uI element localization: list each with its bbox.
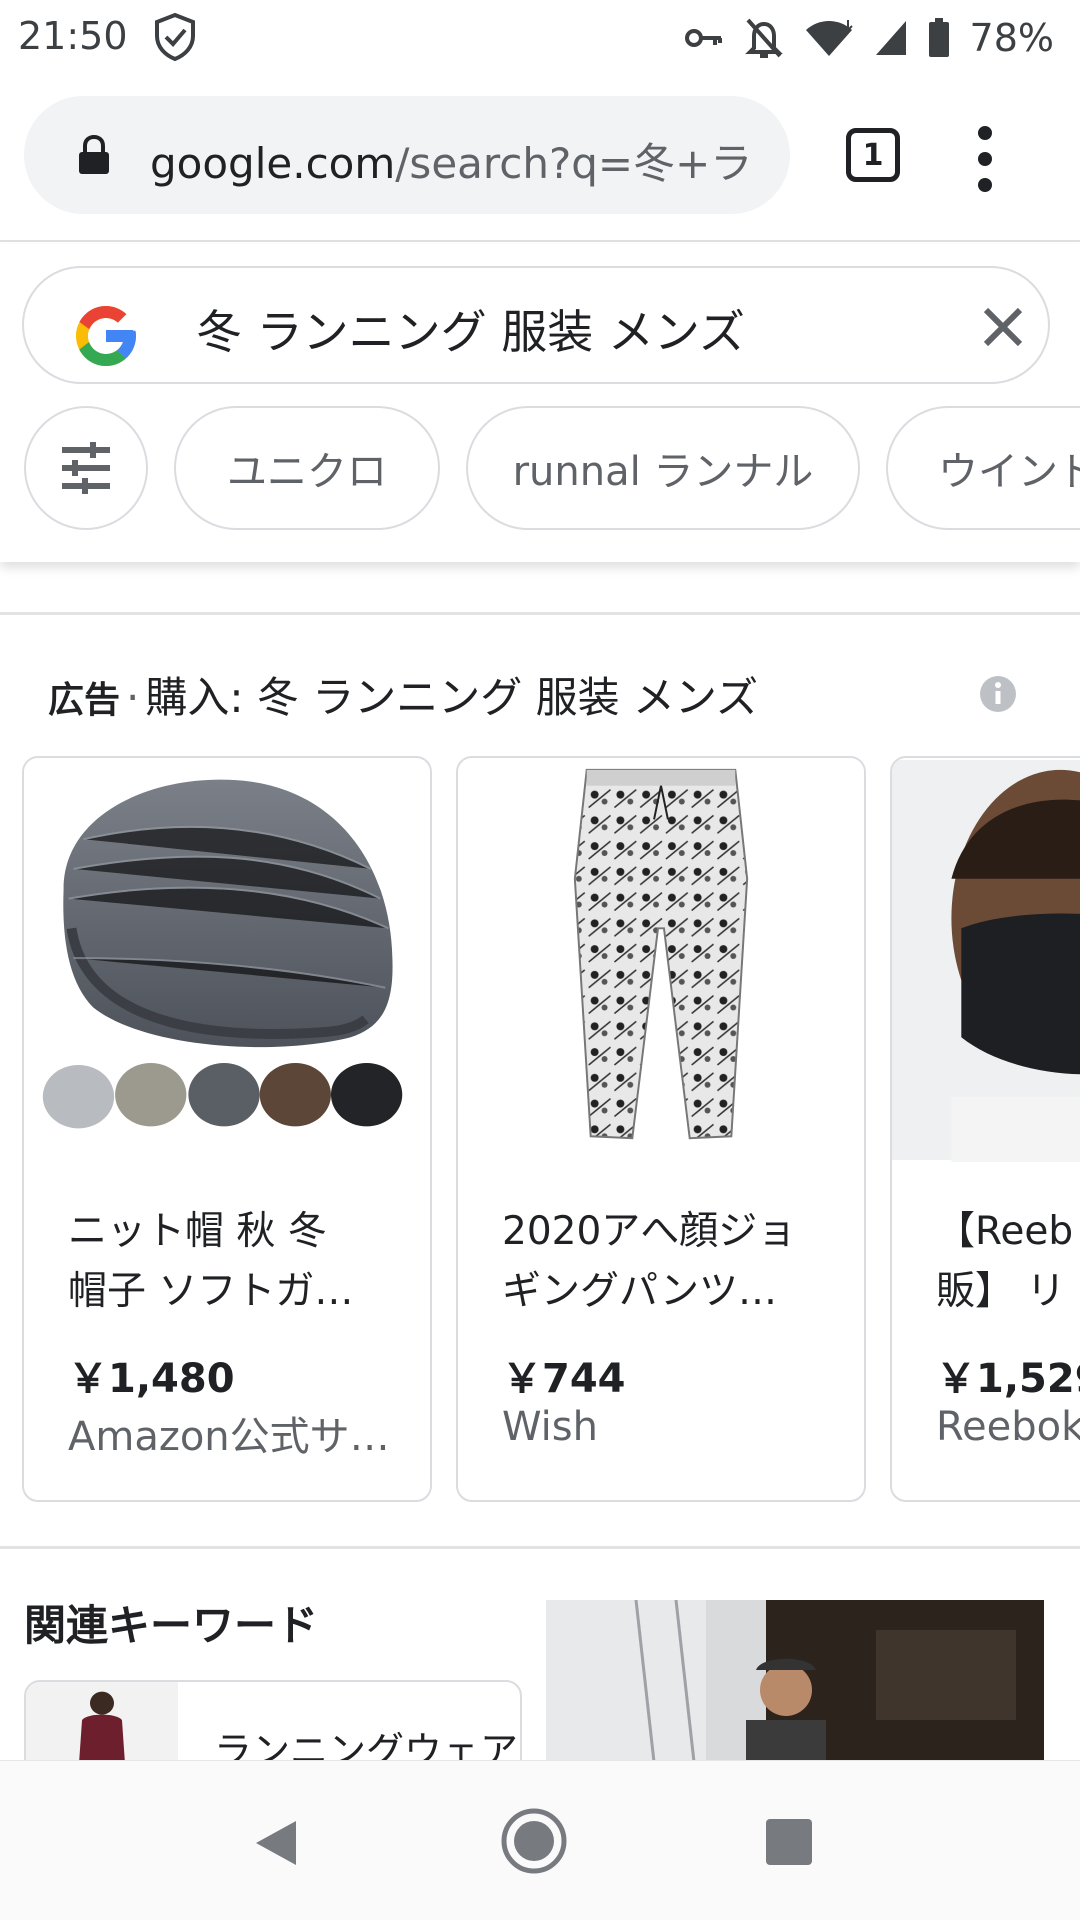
chip-suggestion[interactable]: ユニクロ	[174, 406, 440, 530]
url-path: /search?q=冬+ラ	[395, 139, 753, 188]
product-title-line: 2020アへ顔ジョ	[502, 1209, 797, 1254]
product-price: ￥744	[502, 1356, 626, 1402]
info-icon[interactable]	[978, 674, 1018, 714]
product-title: ニット帽 秋 冬 帽子 ソフトガ…	[68, 1202, 398, 1322]
related-keywords-title: 関連キーワード	[24, 1601, 319, 1650]
browser-toolbar: google.com/search?q=冬+ラ 1	[0, 76, 1080, 242]
ads-heading-text: 購入: 冬 ランニング 服装 メンズ	[145, 673, 759, 722]
lock-icon	[79, 134, 109, 174]
product-carousel: ニット帽 秋 冬 帽子 ソフトガ… ￥1,480 Amazon公式サ… 2020…	[0, 756, 1080, 1508]
battery-icon	[928, 18, 949, 57]
search-header: 冬 ランニング 服装 メンズ ユニクロ runnal ランナル ウインド	[0, 244, 1080, 562]
product-title-line: 帽子 ソフトガ…	[68, 1269, 354, 1314]
related-photo[interactable]	[546, 1600, 1044, 1780]
address-bar[interactable]: google.com/search?q=冬+ラ	[24, 96, 790, 214]
recent-apps-icon[interactable]	[766, 1819, 812, 1865]
product-title: 2020アへ顔ジョ ギングパンツ…	[502, 1202, 832, 1322]
product-price: ￥1,480	[68, 1356, 235, 1402]
product-card[interactable]: 2020アへ顔ジョ ギングパンツ… ￥744 Wish	[456, 756, 866, 1502]
wifi-icon	[805, 20, 853, 56]
chip-suggestion[interactable]: ウインド	[886, 406, 1080, 530]
product-title-line: ニット帽 秋 冬	[68, 1209, 327, 1254]
product-title-line: ギングパンツ…	[502, 1269, 777, 1314]
tune-icon	[62, 442, 110, 494]
signal-icon	[875, 21, 906, 55]
clear-icon[interactable]	[978, 302, 1028, 352]
product-image	[24, 759, 430, 1161]
battery-percent: 78%	[969, 16, 1054, 60]
product-seller: Wish	[502, 1404, 598, 1450]
product-image	[892, 759, 1080, 1162]
ads-heading: 広告 · 購入: 冬 ランニング 服装 メンズ	[48, 664, 758, 725]
google-g-logo-icon	[76, 306, 136, 366]
home-icon[interactable]	[500, 1807, 568, 1875]
bell-off-icon	[744, 18, 783, 58]
overflow-menu-icon[interactable]	[970, 126, 1000, 196]
product-seller: Reebok	[936, 1404, 1080, 1450]
tab-switcher-button[interactable]: 1	[846, 128, 900, 182]
search-chips: ユニクロ runnal ランナル ウインド	[24, 406, 1080, 536]
status-icons: 78%	[684, 12, 1054, 64]
divider	[0, 612, 1080, 615]
product-card[interactable]: 【Reeb 販】 リ ￥1,529 Reebok	[890, 756, 1080, 1502]
divider	[0, 1546, 1080, 1549]
ad-label: 広告	[48, 680, 121, 721]
key-icon	[684, 29, 722, 47]
search-query-text[interactable]: 冬 ランニング 服装 メンズ	[196, 296, 745, 362]
url-domain: google.com	[150, 139, 396, 188]
filter-chip[interactable]	[24, 406, 148, 530]
product-price: ￥1,529	[936, 1356, 1080, 1402]
ad-separator: ·	[126, 673, 140, 722]
product-seller: Amazon公式サ…	[68, 1414, 390, 1460]
search-box[interactable]: 冬 ランニング 服装 メンズ	[22, 266, 1050, 384]
shield-check-icon	[155, 12, 195, 62]
system-nav-bar	[0, 1760, 1080, 1920]
back-icon[interactable]	[252, 1819, 298, 1867]
product-card[interactable]: ニット帽 秋 冬 帽子 ソフトガ… ￥1,480 Amazon公式サ…	[22, 756, 432, 1502]
product-image	[458, 759, 864, 1161]
url-text[interactable]: google.com/search?q=冬+ラ	[150, 130, 780, 191]
status-bar: 21:50 78%	[0, 0, 1080, 76]
product-title-line: 販】 リ	[936, 1269, 1066, 1314]
status-time: 21:50	[18, 14, 128, 58]
product-title: 【Reeb 販】 リ	[936, 1202, 1080, 1322]
chip-suggestion[interactable]: runnal ランナル	[466, 406, 860, 530]
product-title-line: 【Reeb	[936, 1209, 1074, 1254]
